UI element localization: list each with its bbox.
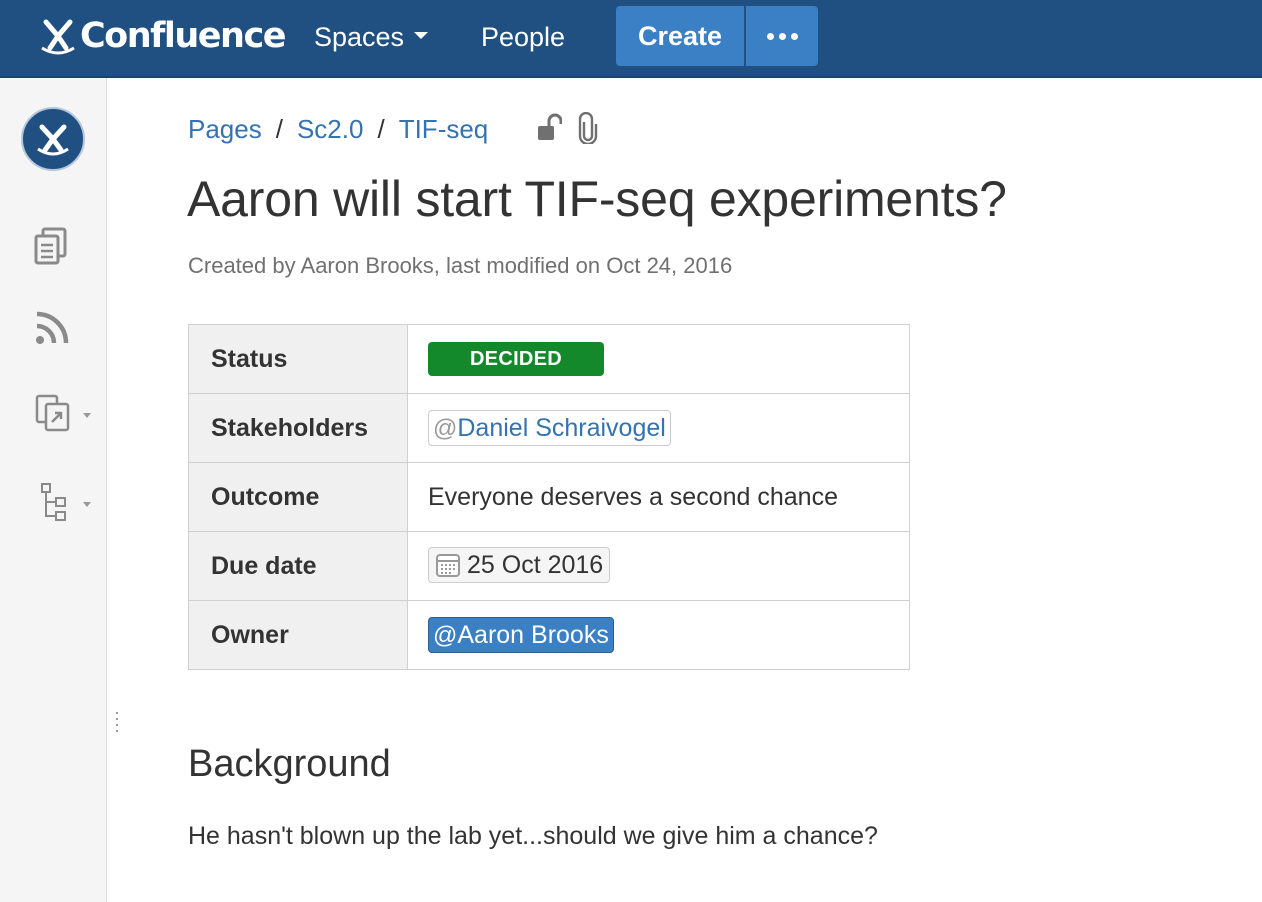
owner-name: Aaron Brooks <box>457 621 609 649</box>
breadcrumb-separator: / <box>275 113 283 144</box>
breadcrumb: Pages / Sc2.0 / TIF-seq <box>188 112 488 146</box>
sidebar-resize-handle[interactable] <box>116 712 119 736</box>
ellipsis-dot <box>790 32 798 40</box>
outcome-value: Everyone deserves a second chance <box>407 462 910 532</box>
pages-icon[interactable] <box>33 226 71 271</box>
page-tree-icon[interactable] <box>40 482 68 527</box>
page-title: Aaron will start TIF-seq experiments? <box>187 171 1007 227</box>
shortcuts-chevron-down-icon[interactable] <box>83 413 91 418</box>
spaces-label: Spaces <box>314 22 405 52</box>
table-row: Outcome Everyone deserves a second chanc… <box>188 462 910 532</box>
ellipsis-dot <box>778 32 786 40</box>
more-create-options-button[interactable] <box>746 6 818 66</box>
stakeholders-cell: @Daniel Schraivogel <box>407 393 910 463</box>
table-row: Owner @Aaron Brooks <box>188 600 910 670</box>
status-badge: DECIDED <box>428 342 604 376</box>
tree-chevron-down-icon[interactable] <box>83 502 91 507</box>
page-byline: Created by Aaron Brooks, last modified o… <box>188 253 733 278</box>
spaces-menu[interactable]: Spaces <box>314 0 429 76</box>
space-avatar-icon <box>37 124 69 156</box>
breadcrumb-space[interactable]: Sc2.0 <box>297 114 364 145</box>
outcome-label: Outcome <box>188 462 408 532</box>
space-avatar[interactable] <box>21 107 85 171</box>
decision-properties-table: Status DECIDED Stakeholders @Daniel Schr… <box>188 324 910 670</box>
ellipsis-icon <box>766 32 774 40</box>
top-navigation-bar: Confluence Spaces People Create <box>0 0 1262 78</box>
stakeholder-name: Daniel Schraivogel <box>457 414 666 442</box>
table-row: Stakeholders @Daniel Schraivogel <box>188 393 910 463</box>
owner-user-mention[interactable]: @Aaron Brooks <box>428 617 614 653</box>
confluence-logo-icon <box>41 19 75 55</box>
breadcrumb-separator: / <box>377 113 385 144</box>
at-icon: @ <box>433 622 458 649</box>
due-date-lozenge[interactable]: 25 Oct 2016 <box>428 547 611 583</box>
people-label: People <box>481 22 566 52</box>
confluence-logo[interactable]: Confluence <box>38 14 286 58</box>
calendar-icon <box>436 554 460 577</box>
status-label: Status <box>188 324 408 394</box>
at-icon: @ <box>433 415 458 442</box>
breadcrumb-pages[interactable]: Pages <box>188 114 262 145</box>
owner-label: Owner <box>188 600 408 670</box>
unlock-icon[interactable] <box>536 113 563 148</box>
owner-cell: @Aaron Brooks <box>407 600 910 670</box>
table-row: Due date 25 Oct 2016 <box>188 531 910 601</box>
people-link[interactable]: People <box>481 0 565 76</box>
chevron-down-icon <box>414 32 429 40</box>
table-row: Status DECIDED <box>188 324 910 394</box>
page-metadata-icons <box>536 111 598 149</box>
status-cell: DECIDED <box>407 324 910 394</box>
breadcrumb-parent-page[interactable]: TIF-seq <box>399 114 489 145</box>
logo-text: Confluence <box>80 16 286 56</box>
due-date-value: 25 Oct 2016 <box>467 550 604 579</box>
stakeholder-user-mention[interactable]: @Daniel Schraivogel <box>428 410 671 446</box>
create-button[interactable]: Create <box>616 6 744 66</box>
rss-feed-icon[interactable] <box>34 310 70 351</box>
paperclip-icon[interactable] <box>578 111 598 149</box>
due-date-cell: 25 Oct 2016 <box>407 531 910 601</box>
stakeholders-label: Stakeholders <box>188 393 408 463</box>
space-sidebar <box>0 78 107 902</box>
space-shortcuts-icon[interactable] <box>34 393 72 438</box>
background-heading: Background <box>188 743 391 785</box>
background-paragraph: He hasn't blown up the lab yet...should … <box>188 822 878 850</box>
due-date-label: Due date <box>188 531 408 601</box>
